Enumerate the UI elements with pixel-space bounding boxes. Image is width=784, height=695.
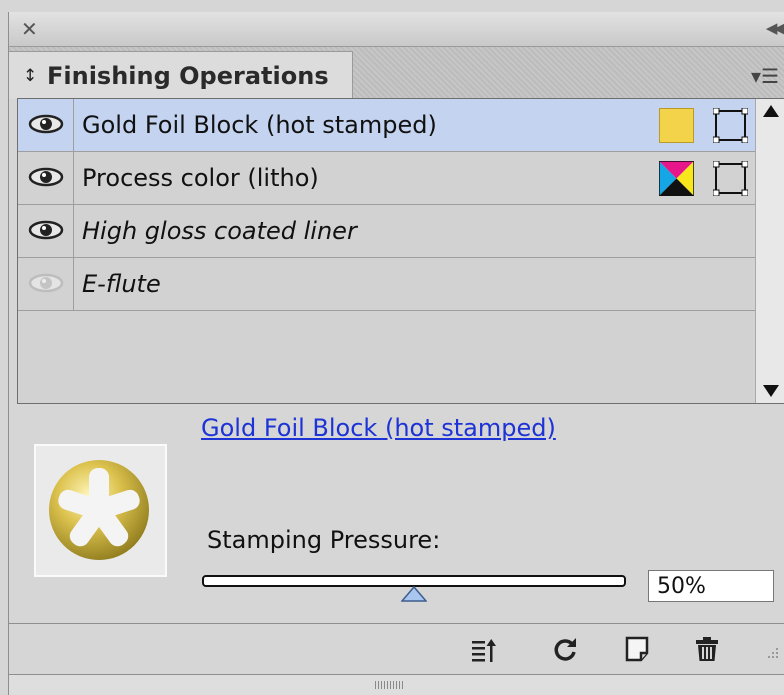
panel-titlebar: ✕ ◀◀ <box>9 12 784 47</box>
close-icon[interactable]: ✕ <box>21 17 38 41</box>
tab-caret-icon: ↕ <box>23 66 38 86</box>
collapse-panel-icon[interactable]: ◀◀ <box>766 19 784 37</box>
list-item[interactable]: Gold Foil Block (hot stamped) <box>18 99 755 152</box>
eye-hidden-icon <box>28 273 64 293</box>
list-item[interactable]: High gloss coated liner <box>18 205 755 258</box>
move-to-top-icon[interactable] <box>471 636 497 662</box>
tab-label: Finishing Operations <box>47 62 329 90</box>
target-box-icon[interactable] <box>713 161 748 196</box>
new-item-icon[interactable] <box>624 636 650 662</box>
resize-grip-icon[interactable] <box>765 647 779 661</box>
tab-strip: ↕ Finishing Operations ▾☰ <box>9 47 784 99</box>
pressure-value-input[interactable] <box>648 570 774 602</box>
list-item[interactable]: E-flute <box>18 258 755 311</box>
stamping-pressure-label: Stamping Pressure: <box>207 526 441 554</box>
list-item-label: High gloss coated liner <box>82 217 357 245</box>
visibility-toggle[interactable] <box>18 99 74 151</box>
operation-thumbnail <box>34 444 167 577</box>
drag-handle[interactable] <box>375 681 403 689</box>
cmyk-swatch-icon[interactable] <box>659 161 694 196</box>
trash-icon[interactable] <box>694 636 720 662</box>
list-item-label: E-flute <box>82 270 161 298</box>
list-item-label: Gold Foil Block (hot stamped) <box>82 111 437 139</box>
panel-bottom-strip <box>9 675 784 695</box>
list-item[interactable]: Process color (litho) <box>18 152 755 205</box>
finishing-operations-panel: ✕ ◀◀ ↕ Finishing Operations ▾☰ Gold Foil… <box>8 12 784 695</box>
gold-foil-asterisk-icon <box>49 460 149 560</box>
visibility-toggle[interactable] <box>18 205 74 257</box>
operations-list: Gold Foil Block (hot stamped) Process co… <box>17 98 784 404</box>
eye-icon <box>28 167 64 187</box>
tab-finishing-operations[interactable]: ↕ Finishing Operations <box>9 51 353 99</box>
slider-thumb[interactable] <box>401 586 427 602</box>
list-scrollbar[interactable] <box>755 99 784 403</box>
color-swatch-yellow[interactable] <box>659 108 694 143</box>
scroll-down-icon[interactable] <box>763 385 779 397</box>
visibility-toggle[interactable] <box>18 258 74 310</box>
refresh-icon[interactable] <box>552 636 578 662</box>
panel-menu-icon[interactable]: ▾☰ <box>751 64 779 88</box>
target-box-icon[interactable] <box>713 108 748 143</box>
visibility-toggle[interactable] <box>18 152 74 204</box>
scroll-up-icon[interactable] <box>763 105 779 117</box>
eye-icon <box>28 114 64 134</box>
panel-footer <box>9 623 784 675</box>
eye-icon <box>28 220 64 240</box>
list-item-label: Process color (litho) <box>82 164 319 192</box>
operation-name-link[interactable]: Gold Foil Block (hot stamped) <box>201 414 556 442</box>
